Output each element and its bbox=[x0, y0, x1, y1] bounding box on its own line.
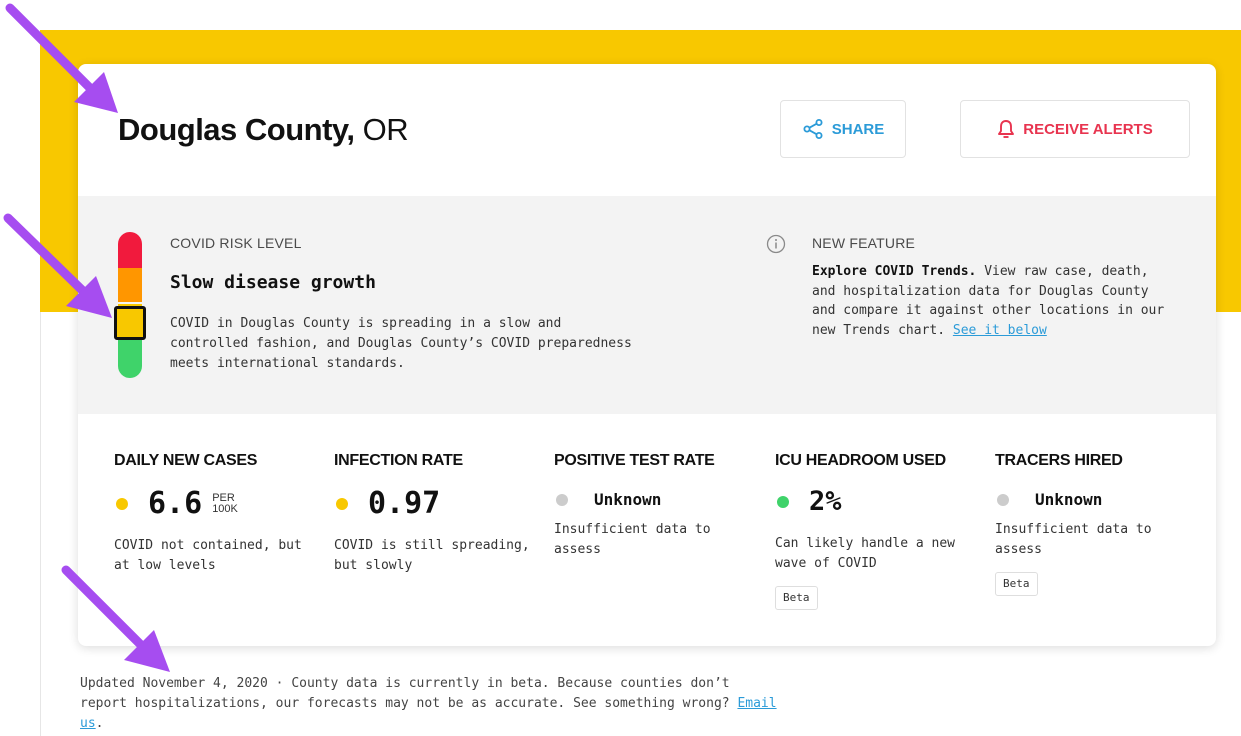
metric-title: TRACERS HIRED bbox=[995, 452, 1123, 469]
metric-infection-rate[interactable]: INFECTION RATE 0.97 COVID is still sprea… bbox=[334, 452, 544, 573]
metric-value-row: Unknown bbox=[995, 490, 1102, 509]
metric-title: POSITIVE TEST RATE bbox=[554, 452, 715, 469]
metric-daily-new-cases[interactable]: DAILY NEW CASES 6.6 PER 100K COVID not co… bbox=[114, 452, 324, 573]
bell-icon bbox=[997, 119, 1015, 139]
metric-value: 2% bbox=[809, 486, 842, 517]
metric-title: DAILY NEW CASES bbox=[114, 452, 258, 469]
info-icon bbox=[766, 234, 786, 254]
metric-description: COVID is still spreading, but slowly bbox=[334, 538, 530, 573]
location-summary-card: Douglas County, OR SHARE RECEIVE ALERTS … bbox=[78, 64, 1216, 646]
status-dot bbox=[116, 497, 128, 510]
metric-value-row: Unknown bbox=[554, 490, 661, 509]
metric-description: Insufficient data to assess bbox=[554, 522, 711, 557]
share-button[interactable]: SHARE bbox=[780, 100, 906, 158]
metric-value-row: 0.97 bbox=[334, 486, 440, 521]
metric-description: Insufficient data to assess bbox=[995, 522, 1152, 557]
card-header: Douglas County, OR SHARE RECEIVE ALERTS bbox=[78, 64, 1216, 196]
status-dot bbox=[556, 493, 568, 506]
new-feature-text: Explore COVID Trends. View raw case, dea… bbox=[812, 262, 1178, 340]
receive-alerts-label: RECEIVE ALERTS bbox=[1023, 120, 1153, 138]
footer-text: Updated November 4, 2020 · County data i… bbox=[80, 676, 738, 711]
county-name: Douglas County, bbox=[118, 112, 355, 147]
risk-meter-green bbox=[118, 340, 142, 378]
risk-level-section: COVID RISK LEVEL Slow disease growth COV… bbox=[78, 196, 1216, 414]
new-feature-bold: Explore COVID Trends. bbox=[812, 264, 977, 279]
footer-end: . bbox=[95, 716, 104, 731]
risk-level-heading: Slow disease growth bbox=[170, 272, 376, 293]
location-title: Douglas County, OR bbox=[118, 112, 409, 148]
receive-alerts-button[interactable]: RECEIVE ALERTS bbox=[960, 100, 1190, 158]
metric-value: Unknown bbox=[594, 490, 662, 509]
metric-value: Unknown bbox=[1035, 490, 1103, 509]
annotation-arrow-icon bbox=[5, 3, 118, 113]
beta-badge: Beta bbox=[995, 572, 1038, 596]
metric-unit: PER 100K bbox=[212, 492, 238, 515]
state-name: OR bbox=[362, 112, 409, 147]
metric-value-row: 2% bbox=[775, 486, 842, 517]
beta-badge: Beta bbox=[775, 586, 818, 610]
metric-unit-bottom: 100K bbox=[212, 502, 238, 515]
risk-level-description: COVID in Douglas County is spreading in … bbox=[170, 316, 632, 371]
footer-note: Updated November 4, 2020 · County data i… bbox=[80, 674, 780, 734]
share-label: SHARE bbox=[831, 120, 885, 138]
metric-value: 6.6 bbox=[148, 486, 203, 521]
share-icon bbox=[802, 118, 824, 140]
status-dot bbox=[336, 497, 348, 510]
metric-value: 0.97 bbox=[368, 486, 441, 521]
new-feature-label: NEW FEATURE bbox=[812, 235, 916, 251]
status-dot bbox=[777, 495, 789, 508]
see-it-below-link[interactable]: See it below bbox=[953, 323, 1047, 338]
metric-positive-test-rate[interactable]: POSITIVE TEST RATE Unknown Insufficient … bbox=[554, 452, 764, 557]
annotation-arrow-icon bbox=[3, 213, 112, 318]
metric-title: ICU HEADROOM USED bbox=[775, 452, 946, 469]
metric-title: INFECTION RATE bbox=[334, 452, 463, 469]
page-left-border bbox=[40, 312, 41, 736]
annotation-arrow-icon bbox=[61, 565, 170, 672]
risk-level-label: COVID RISK LEVEL bbox=[170, 235, 302, 251]
status-dot bbox=[997, 493, 1009, 506]
metric-icu-headroom-used[interactable]: ICU HEADROOM USED 2% Can likely handle a… bbox=[775, 452, 985, 610]
metric-description: Can likely handle a new wave of COVID bbox=[775, 536, 956, 571]
metric-tracers-hired[interactable]: TRACERS HIRED Unknown Insufficient data … bbox=[995, 452, 1205, 596]
metric-value-row: 6.6 PER 100K bbox=[114, 486, 238, 521]
metrics-row: DAILY NEW CASES 6.6 PER 100K COVID not co… bbox=[78, 414, 1216, 646]
